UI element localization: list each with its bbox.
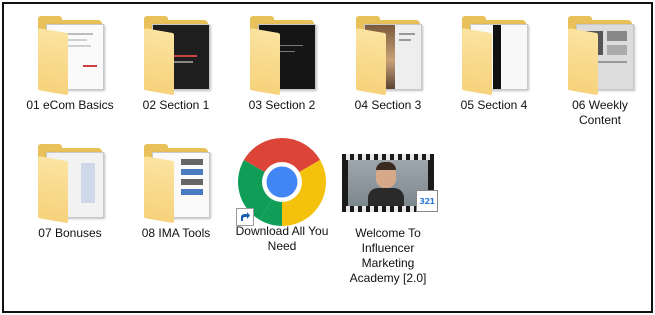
video-label: Welcome To Influencer Marketing Academy …: [349, 226, 427, 285]
folder-item-03-section-2[interactable]: 03 Section 2: [230, 14, 334, 113]
folder-label: 07 Bonuses: [38, 226, 102, 240]
media-player-badge: 321: [416, 190, 438, 212]
chrome-icon: [236, 136, 328, 228]
folder-label: 05 Section 4: [460, 98, 528, 112]
shortcut-arrow-icon: [236, 208, 254, 226]
video-item-welcome[interactable]: 321 Welcome To Influencer Marketing Acad…: [336, 142, 440, 286]
folder-icon: [28, 142, 112, 224]
folder-item-04-section-3[interactable]: 04 Section 3: [336, 14, 440, 113]
shortcut-label: Download All You Need: [235, 224, 329, 253]
folder-icon: [134, 142, 218, 224]
folder-icon: [558, 14, 642, 96]
folder-label: 01 eCom Basics: [26, 98, 114, 112]
video-thumbnail-icon: 321: [340, 142, 438, 224]
shortcut-item-download-all-you-need[interactable]: Download All You Need: [230, 138, 334, 254]
folder-label: 03 Section 2: [248, 98, 316, 112]
folder-label: 06 Weekly Content: [572, 98, 628, 127]
folder-item-06-weekly-content[interactable]: 06 Weekly Content: [548, 14, 652, 128]
folder-label: 04 Section 3: [354, 98, 422, 112]
folder-item-08-ima-tools[interactable]: 08 IMA Tools: [124, 142, 228, 241]
folder-icon: [28, 14, 112, 96]
folder-item-02-section-1[interactable]: 02 Section 1: [124, 14, 228, 113]
folder-label: 08 IMA Tools: [141, 226, 211, 240]
folder-icon: [452, 14, 536, 96]
folder-item-07-bonuses[interactable]: 07 Bonuses: [18, 142, 122, 241]
folder-label: 02 Section 1: [142, 98, 210, 112]
folder-item-05-section-4[interactable]: 05 Section 4: [442, 14, 546, 113]
folder-item-01-ecom-basics[interactable]: 01 eCom Basics: [18, 14, 122, 113]
folder-icon: [240, 14, 324, 96]
folder-icon: [134, 14, 218, 96]
file-explorer-view: 01 eCom Basics 02 Section 1 03 Section 2: [2, 2, 653, 313]
folder-icon: [346, 14, 430, 96]
